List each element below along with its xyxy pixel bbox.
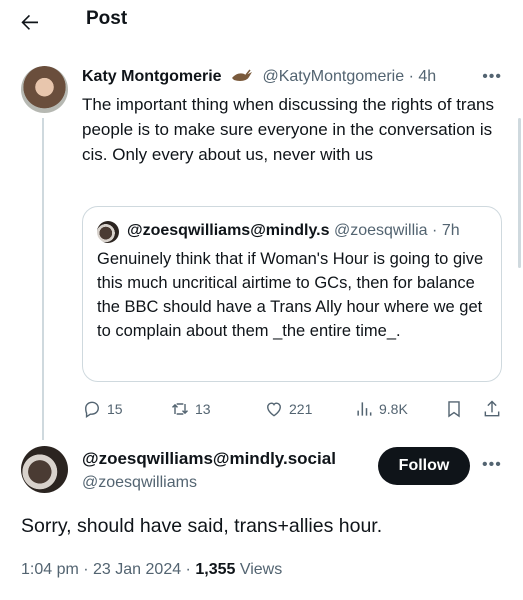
quote-author-name: @zoesqwilliams@mindly.s [127,222,330,239]
quote-text: Genuinely think that if Woman's Hour is … [97,250,484,340]
views-count: 9.8K [379,401,408,417]
bookmark-button[interactable] [444,396,469,422]
reply-count: 15 [107,401,123,417]
quote-time: 7h [441,222,460,239]
quote-author-handle: @zoesqwillia [333,222,428,239]
author-name[interactable]: Katy Montgomerie [82,68,222,85]
bird-emoji-icon [232,69,253,81]
tweet-text: The important thing when discussing the … [82,95,494,164]
follow-button[interactable]: Follow [378,447,470,485]
back-arrow-icon[interactable] [18,10,42,34]
like-count: 221 [289,401,313,417]
avatar[interactable] [21,66,68,113]
quote-header: @zoesqwilliams@mindly.s @zoesqwillia · 7… [127,219,493,243]
reply-author-name[interactable]: @zoesqwilliams@mindly.social [82,448,336,470]
page-title: Post [86,8,128,29]
share-icon [484,400,500,417]
views-button[interactable]: 9.8K [354,396,408,422]
reply-views-label: Views [239,561,283,578]
quote-separator: · [432,222,438,239]
top-bar: Post [0,0,523,44]
like-icon [267,402,281,417]
reply-button[interactable]: 15 [82,396,123,422]
tweet-header: Katy Montgomerie @KatyMontgomerie · 4h •… [82,66,502,88]
scrollbar[interactable] [518,118,521,268]
repost-count: 13 [195,401,211,417]
reply-timestamp[interactable]: 1:04 pm · 23 Jan 2024 · [21,561,191,578]
quoted-tweet[interactable]: @zoesqwilliams@mindly.s @zoesqwillia · 7… [82,206,502,382]
reply-avatar[interactable] [21,446,68,493]
thread-connector [42,118,44,440]
reply-icon [85,401,99,418]
separator: · [408,68,414,85]
tweet-actions: 15 13 221 9.8K [82,396,502,422]
author-handle[interactable]: @KatyMontgomerie [262,68,404,85]
reply-views-count: 1,355 [195,561,236,578]
quote-avatar [97,221,119,243]
reply-header: @zoesqwilliams@mindly.social @zoesqwilli… [82,448,336,494]
reply-text: Sorry, should have said, trans+allies ho… [21,515,383,537]
tweet-time[interactable]: 4h [418,68,436,85]
more-icon[interactable]: ••• [482,456,502,474]
reply-meta: 1:04 pm · 23 Jan 2024 · 1,355 Views [21,561,282,579]
repost-icon [171,403,189,415]
parent-tweet: Katy Montgomerie @KatyMontgomerie · 4h •… [82,66,502,167]
bookmark-icon [448,401,460,418]
repost-button[interactable]: 13 [170,396,211,422]
reply-author-handle[interactable]: @zoesqwilliams [82,472,336,494]
like-button[interactable]: 221 [264,396,312,422]
more-icon[interactable]: ••• [482,66,502,88]
share-button[interactable] [482,396,507,422]
views-icon [357,402,372,416]
